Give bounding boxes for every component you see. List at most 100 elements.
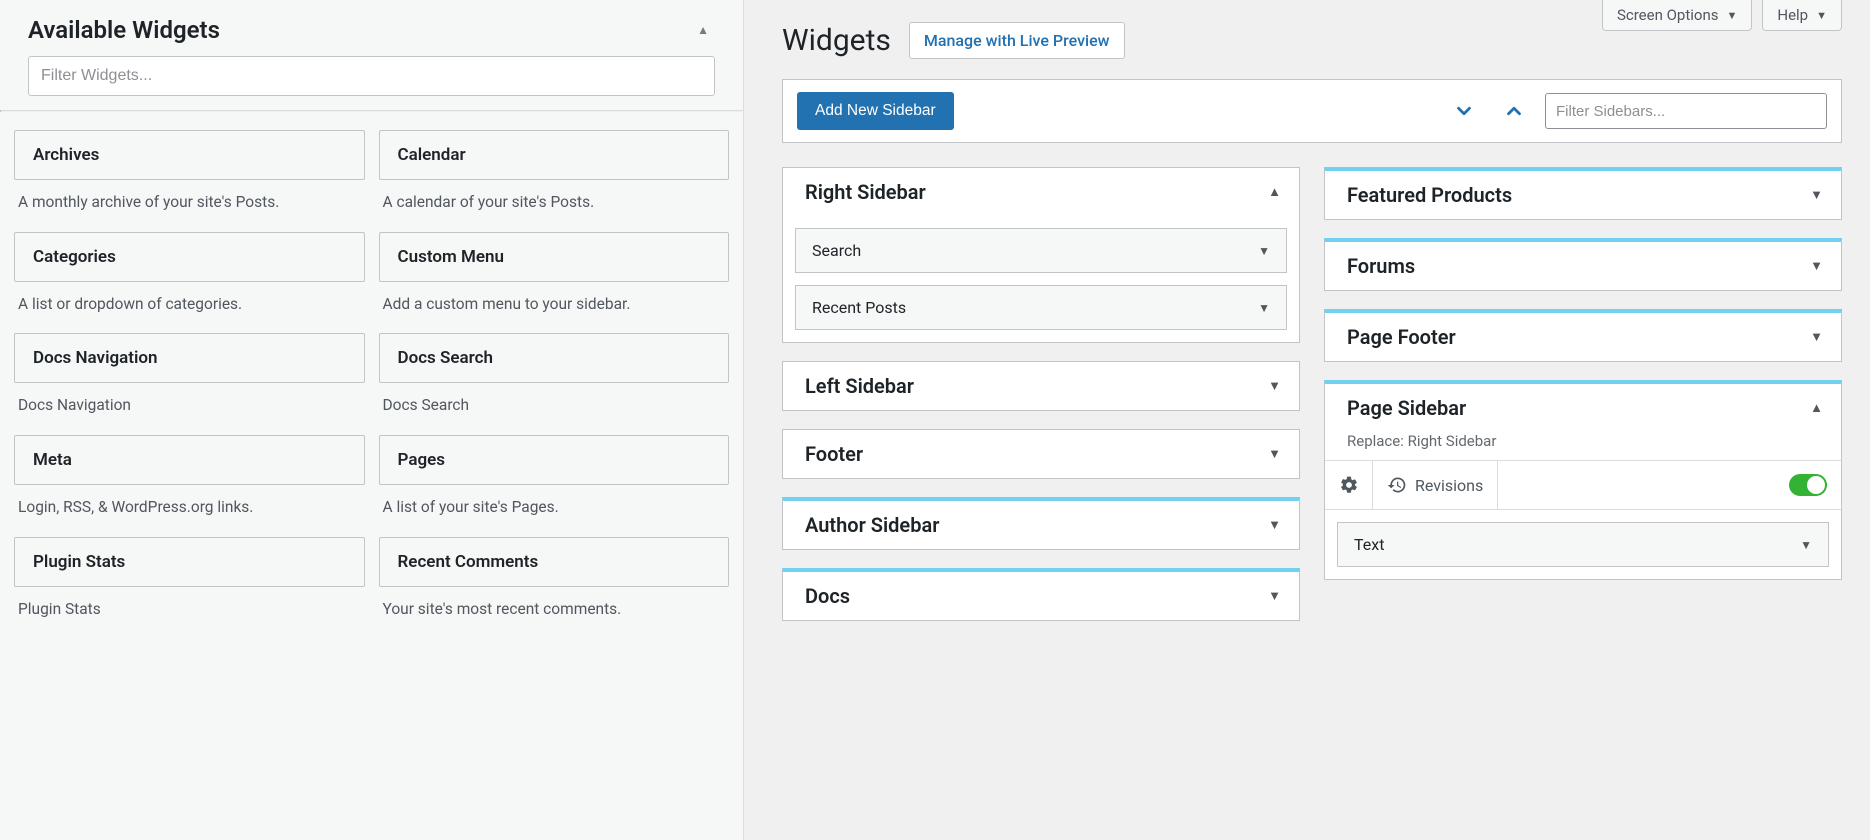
widget-item-label: Text: [1354, 535, 1384, 554]
help-label: Help: [1777, 6, 1808, 24]
available-widget-card: Recent CommentsYour site's most recent c…: [379, 537, 730, 627]
sidebar-title: Forums: [1347, 254, 1415, 278]
available-widget-desc: A list or dropdown of categories.: [14, 282, 365, 322]
caret-down-icon: ▼: [1800, 538, 1812, 552]
available-widget-desc: A monthly archive of your site's Posts.: [14, 180, 365, 220]
main-panel: Screen Options ▼ Help ▼ Widgets Manage w…: [744, 0, 1870, 840]
sidebar-title: Right Sidebar: [805, 180, 926, 204]
widget-item-label: Search: [812, 241, 861, 260]
available-widget-card: CategoriesA list or dropdown of categori…: [14, 232, 365, 322]
sidebar-title: Page Sidebar: [1347, 396, 1466, 420]
caret-down-icon: ▼: [1810, 258, 1823, 274]
available-widget-card: MetaLogin, RSS, & WordPress.org links.: [14, 435, 365, 525]
sidebars-toolbar: Add New Sidebar: [782, 79, 1842, 143]
available-widget-desc: A list of your site's Pages.: [379, 485, 730, 525]
caret-down-icon: ▼: [1268, 588, 1281, 604]
sidebar-title: Footer: [805, 442, 863, 466]
available-widget-title[interactable]: Docs Search: [379, 333, 730, 383]
available-widget-title[interactable]: Meta: [14, 435, 365, 485]
available-widget-desc: Plugin Stats: [14, 587, 365, 627]
sidebar-header-docs[interactable]: Docs ▼: [783, 572, 1299, 620]
available-widget-title[interactable]: Calendar: [379, 130, 730, 180]
sidebar-title: Docs: [805, 584, 850, 608]
page-title: Widgets: [782, 23, 891, 58]
available-widget-desc: Your site's most recent comments.: [379, 587, 730, 627]
sidebar-enable-toggle[interactable]: [1789, 474, 1827, 496]
available-widget-title[interactable]: Docs Navigation: [14, 333, 365, 383]
widget-item-text[interactable]: Text ▼: [1337, 522, 1829, 567]
sidebar-revisions-button[interactable]: Revisions: [1373, 461, 1498, 509]
sidebar-left-sidebar: Left Sidebar ▼: [782, 361, 1300, 411]
available-widgets-panel: Available Widgets ▲ ArchivesA monthly ar…: [0, 0, 744, 840]
available-widget-title[interactable]: Plugin Stats: [14, 537, 365, 587]
available-widget-card: PagesA list of your site's Pages.: [379, 435, 730, 525]
caret-down-icon: ▼: [1258, 301, 1270, 315]
add-new-sidebar-button[interactable]: Add New Sidebar: [797, 92, 954, 130]
available-widget-card: Docs SearchDocs Search: [379, 333, 730, 423]
available-widget-title[interactable]: Archives: [14, 130, 365, 180]
collapse-available-widgets-icon[interactable]: ▲: [691, 17, 715, 43]
screen-options-tab[interactable]: Screen Options ▼: [1602, 0, 1752, 31]
sidebar-header-page-footer[interactable]: Page Footer ▼: [1325, 313, 1841, 361]
caret-down-icon: ▼: [1810, 187, 1823, 203]
caret-down-icon: ▼: [1726, 9, 1737, 22]
sidebar-header-featured-products[interactable]: Featured Products ▼: [1325, 171, 1841, 219]
sidebar-page-sidebar: Page Sidebar ▲ Replace: Right Sidebar Re…: [1324, 380, 1842, 580]
available-widget-title[interactable]: Custom Menu: [379, 232, 730, 282]
available-widget-card: CalendarA calendar of your site's Posts.: [379, 130, 730, 220]
widget-item-label: Recent Posts: [812, 298, 906, 317]
available-widget-desc: A calendar of your site's Posts.: [379, 180, 730, 220]
available-widget-title[interactable]: Categories: [14, 232, 365, 282]
collapse-all-icon[interactable]: [1495, 96, 1533, 126]
available-widget-title[interactable]: Recent Comments: [379, 537, 730, 587]
sidebar-author-sidebar: Author Sidebar ▼: [782, 497, 1300, 550]
caret-down-icon: ▼: [1268, 517, 1281, 533]
sidebar-title: Page Footer: [1347, 325, 1456, 349]
expand-all-icon[interactable]: [1445, 96, 1483, 126]
sidebar-header-page-sidebar[interactable]: Page Sidebar ▲: [1325, 384, 1841, 432]
screen-options-label: Screen Options: [1617, 6, 1719, 24]
available-widget-card: ArchivesA monthly archive of your site's…: [14, 130, 365, 220]
available-widget-desc: Docs Search: [379, 383, 730, 423]
gear-icon: [1339, 475, 1359, 495]
manage-live-preview-button[interactable]: Manage with Live Preview: [909, 22, 1125, 59]
revisions-label: Revisions: [1415, 476, 1483, 495]
sidebar-subtitle: Replace: Right Sidebar: [1325, 432, 1841, 460]
sidebar-title: Featured Products: [1347, 183, 1512, 207]
help-tab[interactable]: Help ▼: [1762, 0, 1842, 31]
caret-up-icon: ▲: [1268, 184, 1281, 200]
caret-down-icon: ▼: [1816, 9, 1827, 22]
filter-widgets-input[interactable]: [28, 56, 715, 96]
available-widget-desc: Add a custom menu to your sidebar.: [379, 282, 730, 322]
sidebar-header-footer[interactable]: Footer ▼: [783, 430, 1299, 478]
widget-item-search[interactable]: Search ▼: [795, 228, 1287, 273]
caret-down-icon: ▼: [1268, 446, 1281, 462]
sidebar-header-right-sidebar[interactable]: Right Sidebar ▲: [783, 168, 1299, 216]
sidebar-forums: Forums ▼: [1324, 238, 1842, 291]
available-widget-card: Docs NavigationDocs Navigation: [14, 333, 365, 423]
available-widget-card: Custom MenuAdd a custom menu to your sid…: [379, 232, 730, 322]
sidebar-docs: Docs ▼: [782, 568, 1300, 621]
caret-up-icon: ▲: [1810, 400, 1823, 416]
sidebar-page-footer: Page Footer ▼: [1324, 309, 1842, 362]
available-widget-title[interactable]: Pages: [379, 435, 730, 485]
history-icon: [1387, 475, 1407, 495]
available-widget-card: Plugin StatsPlugin Stats: [14, 537, 365, 627]
available-widget-desc: Login, RSS, & WordPress.org links.: [14, 485, 365, 525]
sidebar-header-author-sidebar[interactable]: Author Sidebar ▼: [783, 501, 1299, 549]
sidebar-footer: Footer ▼: [782, 429, 1300, 479]
available-widget-desc: Docs Navigation: [14, 383, 365, 423]
sidebar-right-sidebar: Right Sidebar ▲ Search ▼ Recent Posts ▼: [782, 167, 1300, 343]
caret-down-icon: ▼: [1268, 378, 1281, 394]
available-widgets-scroll[interactable]: ArchivesA monthly archive of your site's…: [0, 112, 743, 840]
sidebar-header-forums[interactable]: Forums ▼: [1325, 242, 1841, 290]
filter-sidebars-input[interactable]: [1545, 93, 1827, 129]
widget-item-recent-posts[interactable]: Recent Posts ▼: [795, 285, 1287, 330]
available-widgets-heading: Available Widgets: [28, 16, 220, 44]
caret-down-icon: ▼: [1258, 244, 1270, 258]
sidebar-title: Left Sidebar: [805, 374, 914, 398]
sidebar-featured-products: Featured Products ▼: [1324, 167, 1842, 220]
sidebar-header-left-sidebar[interactable]: Left Sidebar ▼: [783, 362, 1299, 410]
sidebar-title: Author Sidebar: [805, 513, 939, 537]
sidebar-settings-button[interactable]: [1325, 461, 1373, 509]
